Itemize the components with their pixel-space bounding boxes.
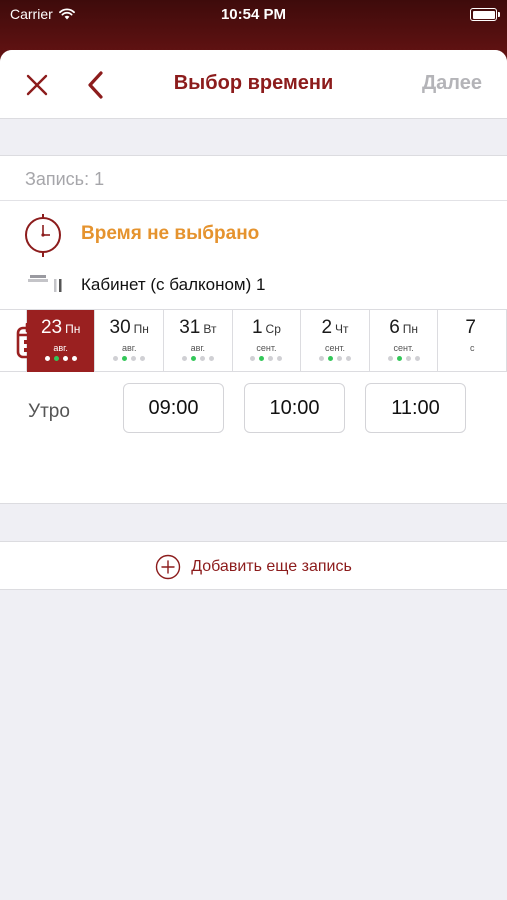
date-number: 2 — [321, 317, 333, 338]
date-item[interactable]: 31 Вт авг. — [164, 310, 233, 372]
date-label: 23 Пн — [27, 317, 95, 339]
date-number: 1 — [251, 317, 263, 338]
availability-dot — [190, 356, 196, 361]
time-slot[interactable]: 11:00 — [365, 383, 466, 433]
availability-dots — [301, 356, 369, 361]
record-label: Запись: 1 — [25, 169, 105, 189]
modal-sheet: Выбор времени Далее Запись: 1 Время не в… — [0, 50, 507, 900]
date-item[interactable]: 7с — [438, 310, 507, 372]
date-number: 7 — [465, 317, 476, 338]
availability-dot — [131, 356, 137, 361]
availability-dot — [62, 356, 68, 361]
divider — [0, 200, 507, 201]
date-label: 1 Ср — [233, 317, 301, 339]
availability-dot — [319, 356, 325, 361]
date-month: сент. — [256, 343, 277, 353]
availability-dot — [181, 356, 187, 361]
room-icon — [28, 275, 62, 292]
date-label: 6 Пн — [370, 317, 438, 339]
date-item[interactable]: 1 Ср сент. — [233, 310, 302, 372]
status-time: 10:54 PM — [220, 6, 287, 23]
date-strip: 23 Пн авг. 30 Пн авг. 31 Вт авг. 1 Ср сент. 2 Чт сент.… — [0, 309, 507, 372]
day-list: 23 Пн авг. 30 Пн авг. 31 Вт авг. 1 Ср сент. 2 Чт сент.… — [26, 310, 507, 372]
availability-dots — [370, 356, 438, 361]
availability-dots — [95, 356, 163, 361]
date-item[interactable]: 6 Пн сент. — [370, 310, 439, 372]
date-weekday: Ср — [265, 322, 281, 336]
availability-dot — [337, 356, 343, 361]
add-record-label: Добавить еще запись — [191, 558, 352, 575]
availability-dot — [259, 356, 265, 361]
time-status: Время не выбрано — [81, 223, 260, 244]
date-number: 6 — [389, 317, 400, 338]
availability-dot — [328, 356, 334, 361]
time-slot[interactable]: 09:00 — [123, 383, 224, 433]
availability-dot — [405, 356, 411, 361]
date-label: 2 Чт — [301, 317, 369, 339]
battery-icon — [470, 8, 500, 21]
date-weekday: Чт — [335, 322, 349, 336]
availability-dot — [277, 356, 283, 361]
record-card: Запись: 1 Время не выбрано Кабинет (с ба… — [0, 155, 507, 504]
date-month: сент. — [324, 343, 346, 353]
availability-dot — [250, 356, 256, 361]
date-number: 23 — [40, 317, 63, 338]
date-item[interactable]: 23 Пн авг. — [26, 310, 96, 372]
date-weekday: Вт — [203, 322, 217, 336]
availability-dots — [233, 356, 301, 361]
date-item[interactable]: 2 Чт сент. — [301, 310, 370, 372]
availability-dots — [27, 356, 95, 361]
availability-dot — [44, 356, 50, 361]
time-slot[interactable]: 10:00 — [244, 383, 345, 433]
date-weekday: Пн — [65, 322, 81, 336]
date-label: 30 Пн — [95, 317, 163, 339]
next-button[interactable]: Далее — [422, 72, 482, 95]
calendar-button[interactable] — [0, 310, 54, 372]
date-number: 30 — [109, 317, 131, 338]
availability-dot — [414, 356, 420, 361]
availability-dot — [140, 356, 146, 361]
date-month: с — [469, 343, 475, 353]
add-record-button[interactable]: Добавить еще запись — [0, 541, 507, 590]
date-month: авг. — [121, 343, 137, 353]
availability-dot — [268, 356, 274, 361]
availability-dot — [199, 356, 205, 361]
date-weekday: Пн — [133, 322, 149, 336]
availability-dot — [396, 356, 402, 361]
date-month: авг. — [53, 343, 68, 353]
availability-dot — [208, 356, 214, 361]
date-label: 7 — [438, 317, 506, 339]
plus-circle-icon — [156, 554, 181, 580]
date-number: 31 — [179, 317, 201, 338]
availability-dot — [53, 356, 59, 361]
availability-dots — [164, 356, 232, 361]
availability-dot — [71, 356, 77, 361]
clock-icon — [25, 214, 61, 257]
date-month: авг. — [190, 343, 206, 353]
availability-dot — [387, 356, 393, 361]
date-month: сент. — [393, 343, 414, 353]
period-label: Утро — [28, 401, 70, 422]
availability-dot — [346, 356, 352, 361]
navbar: Выбор времени Далее — [0, 50, 507, 119]
date-item[interactable]: 30 Пн авг. — [95, 310, 165, 372]
availability-dot — [122, 356, 128, 361]
availability-dot — [113, 356, 119, 361]
date-label: 31 Вт — [164, 317, 232, 339]
room-label: Кабинет (с балконом) 1 — [81, 275, 266, 294]
date-weekday: Пн — [402, 322, 419, 336]
status-bar: Carrier 10:54 PM — [0, 0, 507, 30]
